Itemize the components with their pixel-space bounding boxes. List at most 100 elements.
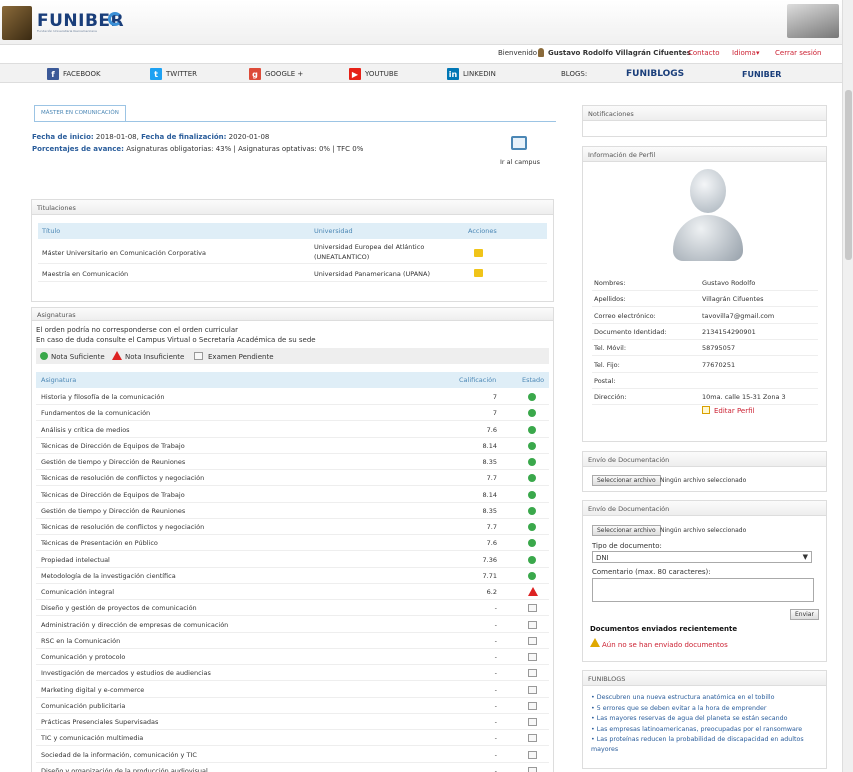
pending-exam-icon	[528, 604, 537, 613]
progress-value: Asignaturas obligatorias: 43% | Asignatu…	[126, 145, 364, 153]
subject-grade: 8.35	[482, 506, 497, 515]
subject-grade: 7.71	[482, 571, 497, 580]
subject-grade: -	[494, 669, 497, 678]
page-scrollbar[interactable]	[842, 0, 853, 772]
comentario-textarea[interactable]	[592, 578, 814, 602]
pending-exam-icon	[528, 669, 537, 678]
ok-check-icon	[528, 425, 536, 434]
blog-link[interactable]: • Las mayores reservas de agua del plane…	[591, 714, 819, 724]
logo-book-icon	[2, 6, 32, 40]
user-name: Gustavo Rodolfo Villagrán Cifuentes	[548, 49, 691, 57]
end-value: 2020-01-08	[228, 133, 270, 141]
blog-title: Las empresas latinoamericanas, preocupad…	[596, 726, 803, 733]
blog-link[interactable]: • 5 errores que se deben evitar a la hor…	[591, 704, 819, 714]
facebook-link[interactable]: f FACEBOOK	[47, 67, 101, 81]
campus-icon[interactable]	[511, 136, 527, 150]
subject-grade: -	[494, 766, 497, 772]
blog-link[interactable]: • Descubren una nueva estructura anatómi…	[591, 693, 819, 703]
col-titulo: Título	[42, 227, 61, 235]
profile-label: Correo electrónico:	[594, 311, 656, 320]
twitter-icon: t	[150, 68, 162, 80]
table-row: Diseño y organización de la producción a…	[36, 763, 549, 772]
asignaturas-title: Asignaturas	[32, 308, 553, 321]
scrollbar-thumb[interactable]	[845, 90, 852, 260]
funiber-small-link[interactable]: FUNIBER	[742, 67, 781, 81]
google-link[interactable]: g GOOGLE +	[249, 67, 303, 81]
blog-link[interactable]: • Las empresas latinoamericanas, preocup…	[591, 725, 819, 735]
subject-grade: 8.14	[482, 441, 497, 450]
legend-bar: Nota Suficiente Nota Insuficiente Examen…	[36, 348, 549, 364]
titulaciones-title: Titulaciones	[32, 200, 553, 215]
select-file-button[interactable]: Seleccionar archivo	[592, 475, 661, 486]
subject-grade: 7	[492, 409, 497, 418]
linkedin-link[interactable]: in LINKEDIN	[447, 67, 496, 81]
tipo-label: Tipo de documento:	[592, 542, 662, 550]
perfil-title: Información de Perfil	[583, 147, 826, 162]
table-row: Técnicas de Presentación en Público 7.6	[36, 535, 549, 552]
user-icon	[538, 48, 544, 57]
pending-exam-icon	[528, 685, 537, 694]
profile-label: Tel. Fijo:	[594, 360, 620, 369]
subject-grade: 7	[492, 393, 497, 401]
envio-title-1: Envío de Documentación	[583, 452, 826, 467]
table-row: Marketing digital y e-commerce -	[36, 682, 549, 698]
pending-exam-icon	[528, 620, 537, 629]
campus-link[interactable]: Ir al campus	[500, 158, 540, 166]
subject-grade: -	[494, 701, 497, 710]
profile-label: Postal:	[594, 376, 616, 385]
table-row: Fundamentos de la comunicación 7	[36, 405, 549, 422]
ok-check-icon	[528, 474, 536, 483]
end-label: Fecha de finalización:	[141, 133, 227, 141]
blog-link[interactable]: • Las proteínas reducen la probabilidad …	[591, 735, 819, 754]
edit-icon[interactable]	[702, 406, 710, 414]
progress-line: Porcentajes de avance: Asignaturas oblig…	[32, 145, 363, 153]
subject-grade: 8.35	[482, 458, 497, 466]
profile-value: 77670251	[702, 360, 736, 369]
ok-check-icon	[40, 352, 48, 360]
subject-grade: -	[494, 604, 497, 613]
subject-grade: 6.2	[486, 588, 497, 596]
titulaciones-header: Título Universidad Acciones	[38, 223, 547, 239]
profile-label: Tel. Móvil:	[594, 344, 627, 353]
blog-title: Descubren una nueva estructura anatómica…	[596, 694, 775, 701]
chevron-down-icon[interactable]: ▾	[756, 49, 760, 57]
subject-grade: 7.7	[486, 474, 497, 483]
select-file-button-2[interactable]: Seleccionar archivo	[592, 525, 661, 536]
send-button[interactable]: Enviar	[790, 609, 819, 620]
subject-name: Comunicación y protocolo	[41, 653, 126, 661]
linkedin-icon: in	[447, 68, 459, 80]
subject-name: Fundamentos de la comunicación	[41, 409, 151, 418]
program-tab[interactable]: MÁSTER EN COMUNICACIÓN	[34, 105, 126, 122]
contact-link[interactable]: Contacto	[688, 49, 720, 57]
profile-row: Apellidos: Villagrán Cifuentes	[592, 291, 818, 308]
subject-name: Comunicación publicitaria	[41, 701, 126, 710]
profile-label: Apellidos:	[594, 295, 626, 304]
twitter-link[interactable]: t TWITTER	[150, 67, 197, 81]
youtube-link[interactable]: ▶ YOUTUBE	[349, 67, 398, 81]
envio-panel-2: Envío de Documentación Seleccionar archi…	[582, 500, 827, 662]
ok-check-icon	[528, 539, 536, 548]
subject-grade: 7.6	[486, 425, 497, 434]
edit-profile-link[interactable]: Editar Perfil	[714, 407, 754, 415]
start-value: 2018-01-08,	[95, 133, 139, 141]
language-link[interactable]: Idioma	[732, 49, 756, 57]
action-note-icon[interactable]	[474, 269, 483, 277]
action-note-icon[interactable]	[474, 249, 483, 257]
subject-name: Técnicas de Dirección de Equipos de Trab…	[41, 441, 185, 450]
ok-check-icon	[528, 555, 536, 564]
logout-link[interactable]: Cerrar sesión	[775, 49, 821, 57]
laptop-image	[787, 4, 839, 38]
subject-name: Investigación de mercados y estudios de …	[41, 669, 211, 678]
tipo-select[interactable]: DNI ▼	[592, 551, 812, 563]
program-dates: Fecha de inicio: 2018-01-08, Fecha de fi…	[32, 133, 269, 141]
table-row: Historia y filosofía de la comunicación 7	[36, 389, 549, 405]
table-row: RSC en la Comunicación -	[36, 633, 549, 649]
notificaciones-title: Notificaciones	[583, 106, 826, 121]
funiblogs-link[interactable]: FUNIBLOGS	[626, 67, 684, 81]
google-plus-icon: g	[249, 68, 261, 80]
ok-check-icon	[528, 441, 536, 450]
blog-title: Las mayores reservas de agua del planeta…	[596, 715, 788, 722]
ok-check-icon	[528, 458, 536, 466]
progress-label: Porcentajes de avance:	[32, 145, 124, 153]
notificaciones-panel: Notificaciones	[582, 105, 827, 137]
